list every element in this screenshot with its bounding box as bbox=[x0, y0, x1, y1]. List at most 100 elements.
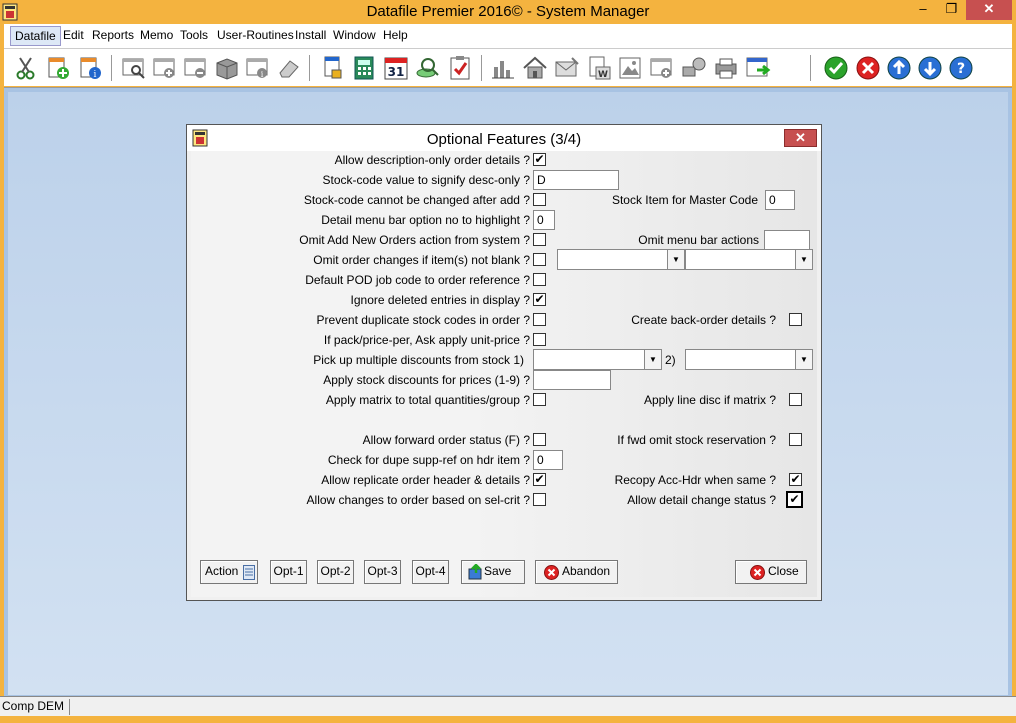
default-pod-checkbox[interactable] bbox=[533, 273, 546, 286]
home-icon[interactable] bbox=[522, 55, 548, 81]
chevron-down-icon: ▼ bbox=[667, 250, 684, 269]
apply-matrix-checkbox[interactable] bbox=[533, 393, 546, 406]
save-button[interactable]: Save bbox=[461, 560, 525, 584]
line-disc-label: Apply line disc if matrix ? bbox=[643, 393, 776, 407]
pack-price-checkbox[interactable] bbox=[533, 333, 546, 346]
line-disc-checkbox[interactable] bbox=[789, 393, 802, 406]
multi-disc-2-dropdown[interactable]: ▼ bbox=[685, 349, 813, 370]
ignore-deleted-checkbox[interactable]: ✔ bbox=[533, 293, 546, 306]
record-info-icon[interactable]: i bbox=[77, 55, 103, 81]
detail-status-label: Allow detail change status ? bbox=[627, 493, 776, 507]
multi-disc-1-dropdown[interactable]: ▼ bbox=[533, 349, 662, 370]
remove-window-icon[interactable] bbox=[183, 55, 209, 81]
menu-help[interactable]: Help bbox=[382, 28, 409, 42]
omit-menu-actions-input[interactable] bbox=[764, 230, 810, 250]
eraser-icon[interactable] bbox=[276, 55, 302, 81]
apply-disc-input[interactable] bbox=[533, 370, 611, 390]
window-title: Datafile Premier 2016© - System Manager bbox=[366, 3, 650, 20]
apply-matrix-label: Apply matrix to total quantities/group ? bbox=[325, 393, 530, 407]
dialog-close-button[interactable]: ✕ bbox=[784, 129, 817, 147]
dupe-supp-input[interactable]: 0 bbox=[533, 450, 563, 470]
omit-changes-value-dropdown[interactable]: ▼ bbox=[685, 249, 813, 270]
checklist-icon[interactable] bbox=[447, 55, 473, 81]
main-window: Datafile Premier 2016© - System Manager … bbox=[0, 0, 1016, 723]
menu-reports[interactable]: Reports bbox=[91, 28, 135, 42]
window-info-icon[interactable]: i bbox=[245, 55, 271, 81]
help-icon[interactable]: ? bbox=[948, 55, 974, 81]
close-window-button[interactable]: ✕ bbox=[966, 0, 1012, 20]
bar-chart-icon[interactable] bbox=[490, 55, 516, 81]
omit-changes-checkbox[interactable] bbox=[533, 253, 546, 266]
word-document-icon[interactable]: W bbox=[586, 55, 612, 81]
back-order-checkbox[interactable] bbox=[789, 313, 802, 326]
omit-reservation-checkbox[interactable] bbox=[789, 433, 802, 446]
opt-1-button[interactable]: Opt-1 bbox=[270, 560, 307, 584]
add-item-icon[interactable] bbox=[649, 55, 675, 81]
prevent-dup-checkbox[interactable] bbox=[533, 313, 546, 326]
ok-check-icon[interactable] bbox=[823, 55, 849, 81]
desc-only-label: Allow description-only order details ? bbox=[334, 153, 530, 167]
menu-user-routines[interactable]: User-Routines bbox=[216, 28, 295, 42]
cannot-change-checkbox[interactable] bbox=[533, 193, 546, 206]
menu-edit[interactable]: Edit bbox=[62, 28, 85, 42]
close-button[interactable]: Close bbox=[735, 560, 807, 584]
add-window-icon[interactable] bbox=[152, 55, 178, 81]
ignore-deleted-label: Ignore deleted entries in display ? bbox=[350, 293, 530, 307]
printer-icon[interactable] bbox=[713, 55, 739, 81]
toolbar-separator bbox=[309, 55, 311, 81]
detail-status-checkbox[interactable]: ✔ bbox=[786, 491, 803, 508]
locked-document-icon[interactable] bbox=[320, 55, 346, 81]
search-window-icon[interactable] bbox=[121, 55, 147, 81]
omit-add-checkbox[interactable] bbox=[533, 233, 546, 246]
menu-option-input[interactable]: 0 bbox=[533, 210, 555, 230]
forward-status-checkbox[interactable] bbox=[533, 433, 546, 446]
arrow-up-icon[interactable] bbox=[886, 55, 912, 81]
cancel-x-icon[interactable] bbox=[855, 55, 881, 81]
abandon-button[interactable]: Abandon bbox=[535, 560, 618, 584]
menu-install[interactable]: Install bbox=[294, 28, 327, 42]
chevron-down-icon: ▼ bbox=[644, 350, 661, 369]
menu-window[interactable]: Window bbox=[332, 28, 377, 42]
image-icon[interactable] bbox=[617, 55, 643, 81]
recopy-checkbox[interactable]: ✔ bbox=[789, 473, 802, 486]
menu-datafile[interactable]: Datafile bbox=[10, 26, 61, 46]
money-search-icon[interactable] bbox=[415, 55, 441, 81]
svg-text:31: 31 bbox=[388, 65, 405, 79]
calendar-icon[interactable]: 31 bbox=[383, 55, 409, 81]
stock-code-value-label: Stock-code value to signify desc-only ? bbox=[322, 173, 530, 187]
new-record-icon[interactable] bbox=[45, 55, 71, 81]
action-button[interactable]: Action bbox=[200, 560, 258, 584]
sel-crit-checkbox[interactable] bbox=[533, 493, 546, 506]
menu-bar: Datafile Edit Reports Memo Tools User-Ro… bbox=[4, 24, 1012, 48]
omit-changes-label: Omit order changes if item(s) not blank … bbox=[313, 253, 530, 267]
menu-tools[interactable]: Tools bbox=[179, 28, 209, 42]
stock-item-master-input[interactable]: 0 bbox=[765, 190, 795, 210]
svg-text:?: ? bbox=[957, 61, 965, 77]
package-icon[interactable] bbox=[214, 55, 240, 81]
opt-4-button[interactable]: Opt-4 bbox=[412, 560, 449, 584]
opt-3-button[interactable]: Opt-3 bbox=[364, 560, 401, 584]
chevron-down-icon: ▼ bbox=[795, 250, 812, 269]
minimize-button[interactable]: – bbox=[908, 0, 938, 20]
svg-text:i: i bbox=[94, 70, 97, 80]
mail-icon[interactable] bbox=[554, 55, 580, 81]
abandon-x-icon bbox=[544, 565, 559, 580]
export-window-icon[interactable] bbox=[745, 55, 771, 81]
omit-changes-field-dropdown[interactable]: ▼ bbox=[557, 249, 685, 270]
save-button-label: Save bbox=[484, 564, 512, 578]
replicate-checkbox[interactable]: ✔ bbox=[533, 473, 546, 486]
calculator-icon[interactable] bbox=[351, 55, 377, 81]
menu-memo[interactable]: Memo bbox=[139, 28, 174, 42]
network-icon[interactable] bbox=[681, 55, 707, 81]
arrow-down-icon[interactable] bbox=[917, 55, 943, 81]
close-x-icon bbox=[750, 565, 765, 580]
stock-code-value-input[interactable]: D bbox=[533, 170, 619, 190]
maximize-button[interactable]: ❐ bbox=[938, 0, 965, 20]
opt-2-button[interactable]: Opt-2 bbox=[317, 560, 354, 584]
pack-price-label: If pack/price-per, Ask apply unit-price … bbox=[323, 333, 530, 347]
prevent-dup-label: Prevent duplicate stock codes in order ? bbox=[316, 313, 530, 327]
desc-only-checkbox[interactable]: ✔ bbox=[533, 153, 546, 166]
cut-icon[interactable] bbox=[13, 55, 39, 81]
forward-status-label: Allow forward order status (F) ? bbox=[362, 433, 530, 447]
multi-disc-label: Pick up multiple discounts from stock 1) bbox=[313, 353, 524, 367]
